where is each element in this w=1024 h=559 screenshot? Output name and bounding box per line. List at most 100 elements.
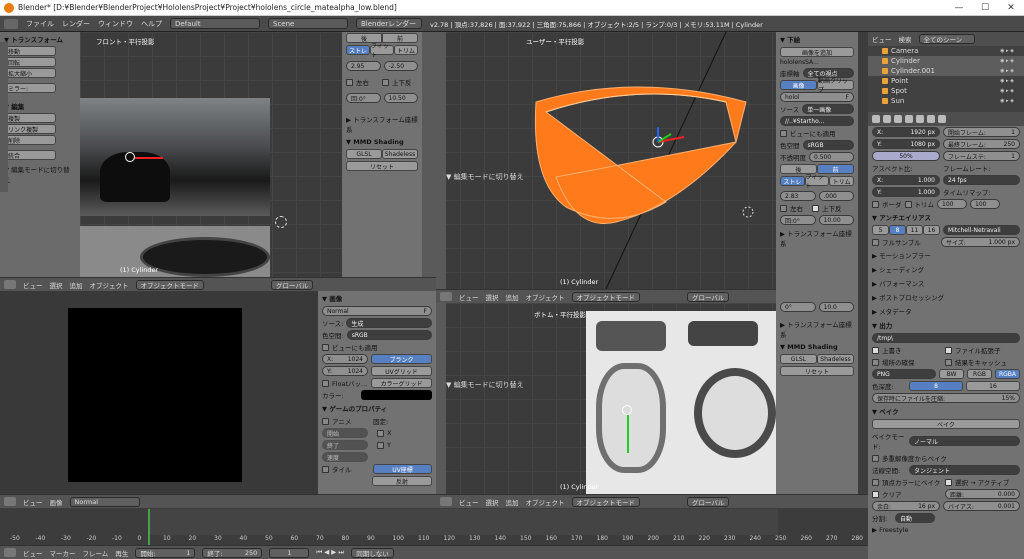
- outliner-item[interactable]: Point ◉ ▸ ◈: [868, 76, 1024, 86]
- stretch-button[interactable]: ストレ: [780, 176, 805, 186]
- file-extensions-checkbox[interactable]: [945, 346, 952, 354]
- reset-button[interactable]: リセット: [346, 161, 418, 171]
- menu-help[interactable]: ヘルプ: [141, 19, 162, 29]
- layout-select[interactable]: Default: [170, 18, 260, 29]
- scale-button[interactable]: 拡大縮小: [4, 68, 56, 78]
- maximize-button[interactable]: ☐: [972, 0, 998, 16]
- color-grid-button[interactable]: カラーグリッド: [371, 378, 432, 388]
- fixed-y-checkbox[interactable]: [377, 441, 384, 449]
- object-menu[interactable]: オブジェクト: [526, 497, 565, 507]
- movie-clip-tab[interactable]: 動画クリップ: [817, 78, 854, 94]
- transform-orient-section[interactable]: ▶ トランスフォーム座標系: [342, 112, 422, 136]
- visibility-icon[interactable]: ◉ ▸ ◈: [1000, 58, 1014, 64]
- fit-button[interactable]: フィット: [804, 174, 830, 190]
- crop-checkbox[interactable]: [904, 200, 912, 208]
- fixed-x-checkbox[interactable]: [377, 429, 384, 437]
- view-menu[interactable]: ビュー: [459, 292, 479, 302]
- selected-to-active-checkbox[interactable]: [945, 478, 952, 486]
- game-properties-section[interactable]: ▼ ゲームのプロパティ: [318, 401, 436, 415]
- editmode-section[interactable]: ▼ 編集モードに切り替え: [0, 162, 80, 186]
- marker-menu[interactable]: マーカー: [50, 548, 76, 558]
- clear-checkbox[interactable]: [872, 490, 879, 498]
- view-menu[interactable]: ビュー: [872, 34, 892, 44]
- uv-coords-button[interactable]: UV座標: [373, 464, 432, 474]
- visibility-icon[interactable]: ◉ ▸ ◈: [1000, 68, 1014, 74]
- orientation-select[interactable]: グローバル: [271, 279, 314, 290]
- playback-controls[interactable]: ⏮ ◀ ▶ ⏭: [316, 548, 344, 557]
- viewport-user[interactable]: ユーザー・平行投影 (1) Cylinder: [436, 32, 776, 289]
- outliner-item[interactable]: Camera ◉ ▸ ◈: [868, 46, 1024, 56]
- depth-8-button[interactable]: 8: [909, 381, 963, 391]
- menu-window[interactable]: ウィンドウ: [98, 19, 133, 29]
- multires-checkbox[interactable]: [872, 454, 879, 462]
- object-origin[interactable]: [125, 152, 135, 162]
- display-mode-select[interactable]: 全てのシーン: [918, 34, 975, 44]
- animation-checkbox[interactable]: [322, 417, 329, 425]
- glsl-button[interactable]: GLSL: [780, 354, 817, 364]
- outliner-item[interactable]: Cylinder ◉ ▸ ◈: [868, 56, 1024, 66]
- glsl-button[interactable]: GLSL: [346, 149, 382, 159]
- visibility-icon[interactable]: ◉ ▸ ◈: [1000, 78, 1014, 84]
- viewport-front[interactable]: フロント・平行投影 (1) Cylinder: [80, 32, 342, 277]
- close-button[interactable]: ✕: [998, 0, 1024, 16]
- fit-button[interactable]: フィット: [370, 43, 394, 59]
- world-tab-icon[interactable]: [905, 115, 913, 123]
- shading-section[interactable]: ▶ シェーディング: [868, 262, 1024, 276]
- image-tab[interactable]: 画像: [780, 80, 817, 90]
- bake-button[interactable]: ベイク: [872, 419, 1020, 429]
- color-swatch[interactable]: [360, 390, 432, 400]
- flip-x-checkbox[interactable]: [346, 78, 353, 86]
- edit-section[interactable]: ▼ 編集: [0, 99, 80, 113]
- float-buffer-checkbox[interactable]: [322, 379, 329, 387]
- context-tabs[interactable]: [868, 112, 1024, 126]
- metadata-section[interactable]: ▶ メタデータ: [868, 304, 1024, 318]
- full-sample-checkbox[interactable]: [872, 238, 879, 246]
- x-axis-arrow[interactable]: [135, 157, 163, 159]
- cache-result-checkbox[interactable]: [945, 358, 952, 366]
- overwrite-checkbox[interactable]: [872, 346, 879, 354]
- apply-view-checkbox[interactable]: [322, 343, 329, 351]
- shadeless-button[interactable]: Shadeless: [817, 354, 854, 364]
- image-editor[interactable]: [0, 291, 318, 494]
- current-frame-field[interactable]: 1: [269, 547, 310, 558]
- viewport-bottom[interactable]: ボトム・平行投影 (1) Cylinder: [436, 303, 776, 494]
- rgba-button[interactable]: RGBA: [995, 369, 1020, 379]
- post-processing-section[interactable]: ▶ ポストプロセッシング: [868, 290, 1024, 304]
- depth-16-button[interactable]: 16: [966, 381, 1020, 391]
- visibility-icon[interactable]: ◉ ▸ ◈: [1000, 98, 1014, 104]
- menu-render[interactable]: レンダー: [62, 19, 90, 29]
- antialiasing-section[interactable]: ▼ アンチエイリアス: [868, 210, 1024, 224]
- placeholders-checkbox[interactable]: [872, 358, 879, 366]
- freestyle-section[interactable]: ▶ Freestyle: [868, 524, 1024, 536]
- editor-type-icon[interactable]: [4, 280, 16, 289]
- flip-y-checkbox[interactable]: [382, 78, 389, 86]
- editor-type-icon[interactable]: [4, 548, 16, 557]
- transform-section[interactable]: ▼ トランスフォーム: [0, 32, 80, 46]
- add-menu[interactable]: 追加: [70, 280, 83, 290]
- outliner-item[interactable]: Cylinder.001 ◉ ▸ ◈: [868, 66, 1024, 76]
- output-section[interactable]: ▼ 出力: [868, 318, 1024, 332]
- reflect-button[interactable]: 反射: [372, 476, 432, 486]
- object-menu[interactable]: オブジェクト: [526, 292, 565, 302]
- image-browse-select[interactable]: Normal: [69, 496, 140, 507]
- view-menu[interactable]: ビュー: [23, 548, 43, 558]
- mode-select[interactable]: オブジェクトモード: [135, 279, 204, 290]
- transform-orient-section[interactable]: ▶ トランスフォーム座標系: [776, 317, 858, 341]
- performance-section[interactable]: ▶ パフォーマンス: [868, 276, 1024, 290]
- object-menu[interactable]: オブジェクト: [90, 280, 129, 290]
- move-button[interactable]: 移動: [4, 46, 56, 56]
- modifier-tab-icon[interactable]: [927, 115, 935, 123]
- search-menu[interactable]: 検索: [899, 34, 912, 44]
- minimize-button[interactable]: —: [946, 0, 972, 16]
- outliner-item[interactable]: Sun ◉ ▸ ◈: [868, 96, 1024, 106]
- mesh-wireframe[interactable]: [436, 32, 776, 289]
- motion-blur-section[interactable]: ▶ モーションブラー: [868, 248, 1024, 262]
- view-menu[interactable]: ビュー: [459, 497, 479, 507]
- aa-samples-button[interactable]: 11: [906, 225, 923, 235]
- delete-button[interactable]: 削除: [4, 135, 56, 145]
- mmd-shading-section[interactable]: ▼ MMD Shading: [342, 136, 422, 148]
- editor-type-icon[interactable]: [440, 292, 452, 301]
- frame-menu[interactable]: フレーム: [83, 548, 109, 558]
- orientation-select[interactable]: グローバル: [687, 291, 730, 302]
- rgb-button[interactable]: RGB: [967, 369, 992, 379]
